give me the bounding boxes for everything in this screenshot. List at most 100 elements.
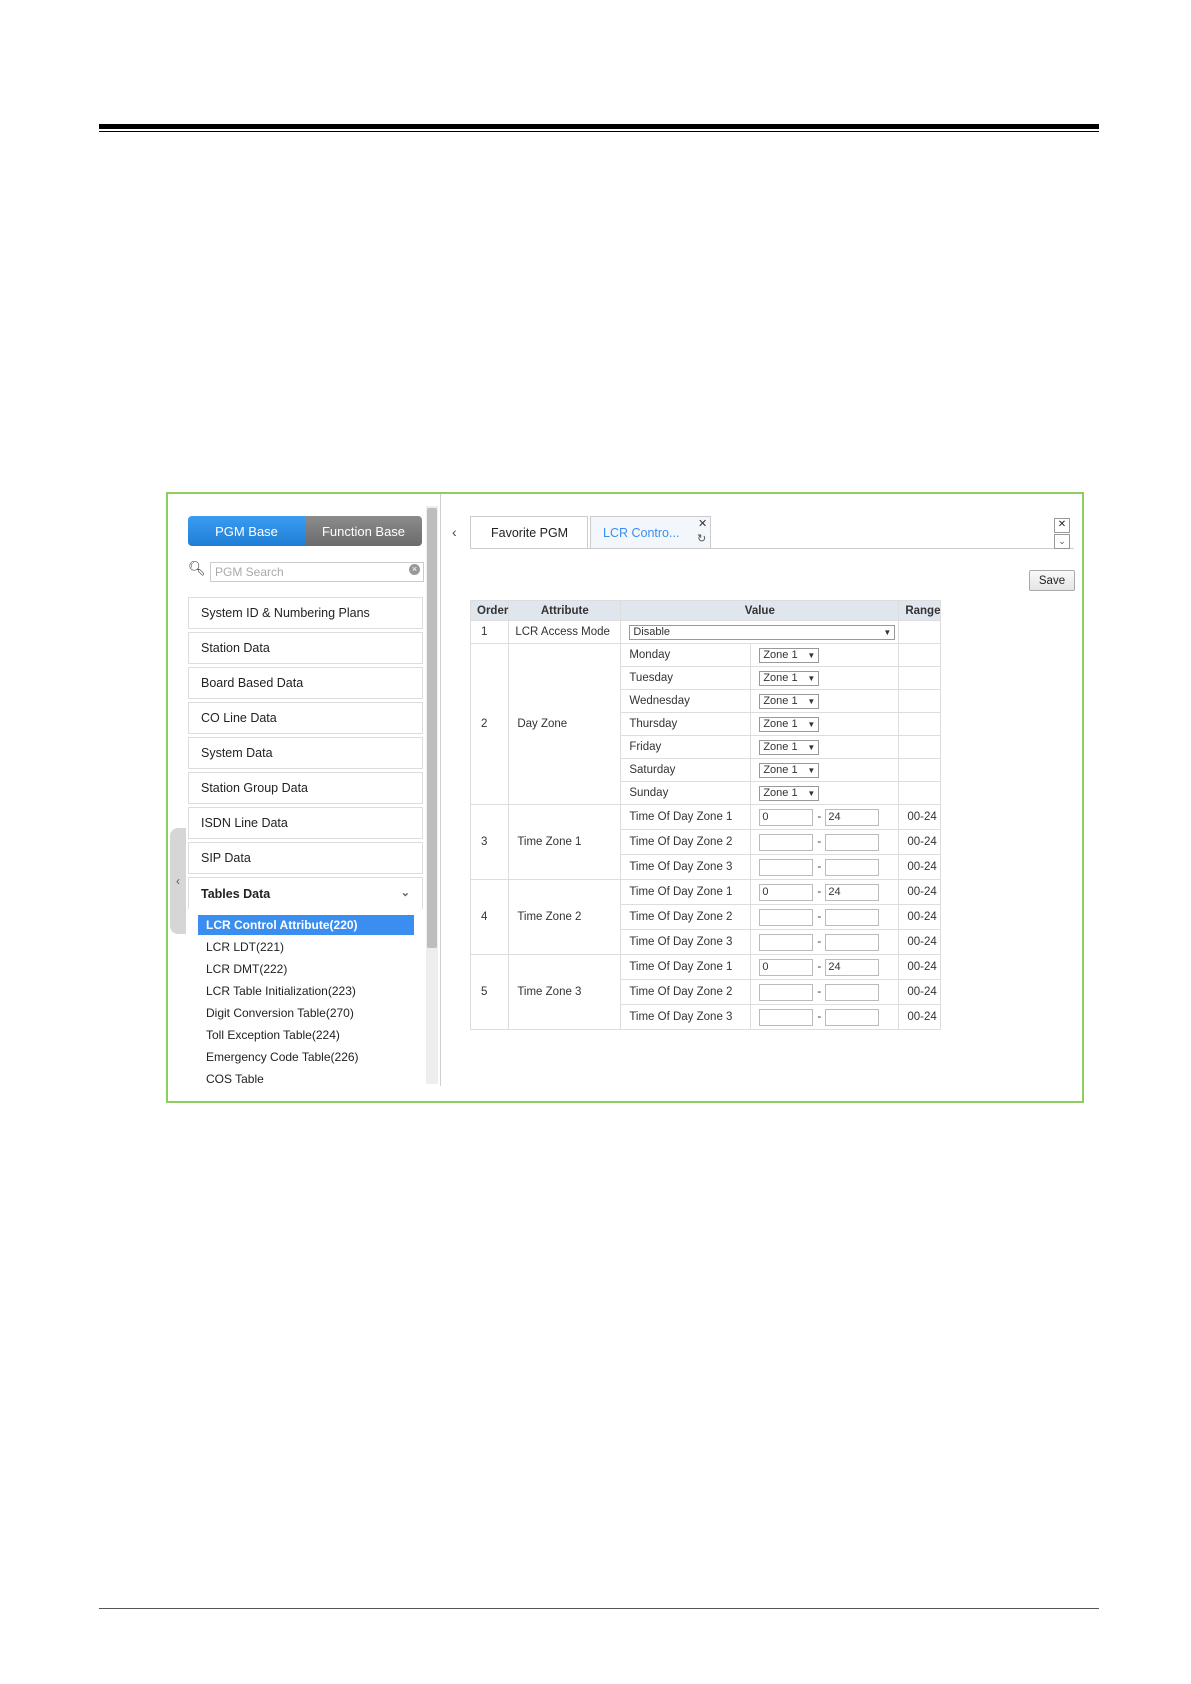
menu-item-system-data[interactable]: System Data: [188, 737, 423, 769]
time-to-input[interactable]: [825, 983, 880, 1001]
tables-data-label: Tables Data: [201, 886, 271, 901]
time-from-input[interactable]: [759, 833, 814, 851]
dropdown-icon[interactable]: ⌄: [1054, 534, 1070, 549]
time-from-input[interactable]: [759, 858, 814, 876]
range-dash: -: [817, 936, 822, 949]
tab-scroll-left-icon[interactable]: ‹: [452, 524, 457, 540]
select-value: Zone 1: [763, 671, 798, 684]
attribute-cell: Time Zone 3: [508, 954, 622, 1030]
time-from-input[interactable]: 0: [759, 958, 814, 976]
sub-item-lcr-ldt[interactable]: LCR LDT(221): [198, 937, 414, 957]
range-dash: -: [817, 811, 822, 824]
sub-item-lcr-table-init[interactable]: LCR Table Initialization(223): [198, 981, 414, 1001]
header-range: Range: [898, 600, 942, 621]
sub-item-lcr-control-attribute[interactable]: LCR Control Attribute(220): [198, 915, 414, 935]
time-to-input[interactable]: 24: [825, 883, 880, 901]
menu-item-tables-data[interactable]: Tables Data ⌄: [188, 877, 423, 909]
close-window-icon[interactable]: ✕: [1054, 518, 1070, 533]
panel-divider: [440, 494, 441, 1086]
menu-item-co-line-data[interactable]: CO Line Data: [188, 702, 423, 734]
range-cell: 00-24: [898, 829, 942, 855]
time-range-cell: -: [750, 929, 900, 955]
save-button[interactable]: Save: [1029, 570, 1075, 591]
caret-down-icon: ▼: [807, 742, 816, 752]
table-row: 2 Day Zone Monday Zone 1 ▼: [469, 643, 942, 805]
time-to-input[interactable]: [825, 908, 880, 926]
range-cell: [898, 712, 942, 736]
time-to-input[interactable]: 24: [825, 958, 880, 976]
sub-item-toll-exception[interactable]: Toll Exception Table(224): [198, 1025, 414, 1045]
day-zone-value-cell: Zone 1 ▼: [750, 712, 900, 736]
day-zone-select[interactable]: Zone 1 ▼: [759, 647, 820, 663]
time-zone-rows: 3 Time Zone 1 Time Of Day Zone 1 0-24 00-24 T…: [469, 804, 942, 1030]
time-from-input[interactable]: 0: [759, 808, 814, 826]
chevron-down-icon[interactable]: ⌄: [401, 886, 410, 899]
day-zone-select[interactable]: Zone 1 ▼: [759, 716, 820, 732]
attribute-cell: Day Zone: [508, 643, 622, 805]
day-zone-rows: 2 Day Zone Monday Zone 1 ▼ Tuesday Zone 1 ▼ Wedn…: [469, 643, 942, 805]
sub-item-digit-conversion[interactable]: Digit Conversion Table(270): [198, 1003, 414, 1023]
base-toggle: PGM Base Function Base: [188, 516, 422, 546]
menu-item-station-data[interactable]: Station Data: [188, 632, 423, 664]
day-zone-value-cell: Zone 1 ▼: [750, 781, 900, 805]
left-panel: PGM Base Function Base 🔍︎ PGM Search × S…: [168, 494, 440, 1086]
tab-lcr-control[interactable]: LCR Contro...: [590, 516, 711, 548]
range-cell: 00-24: [898, 854, 942, 880]
day-zone-select[interactable]: Zone 1 ▼: [759, 670, 820, 686]
caret-down-icon: ▼: [883, 627, 892, 637]
refresh-icon[interactable]: ↻: [697, 532, 706, 545]
time-from-input[interactable]: [759, 908, 814, 926]
menu-item-board-based-data[interactable]: Board Based Data: [188, 667, 423, 699]
close-tab-icon[interactable]: ✕: [698, 517, 707, 530]
sub-item-lcr-dmt[interactable]: LCR DMT(222): [198, 959, 414, 979]
time-of-day-label: Time Of Day Zone 1: [620, 954, 752, 980]
day-zone-value-cell: Zone 1 ▼: [750, 666, 900, 690]
time-to-input[interactable]: [825, 833, 880, 851]
range-cell: [898, 620, 942, 644]
sub-item-cos-table[interactable]: COS Table: [198, 1069, 414, 1089]
pgm-base-button[interactable]: PGM Base: [188, 516, 305, 546]
time-to-input[interactable]: [825, 858, 880, 876]
pgm-search-input[interactable]: PGM Search: [210, 562, 424, 582]
range-dash: -: [817, 911, 822, 924]
caret-down-icon: ▼: [807, 673, 816, 683]
sub-item-emergency-code[interactable]: Emergency Code Table(226): [198, 1047, 414, 1067]
function-base-button[interactable]: Function Base: [305, 516, 422, 546]
day-zone-select[interactable]: Zone 1 ▼: [759, 693, 820, 709]
menu-item-sip-data[interactable]: SIP Data: [188, 842, 423, 874]
time-of-day-label: Time Of Day Zone 3: [620, 929, 752, 955]
range-cell: 00-24: [898, 804, 942, 830]
time-from-input[interactable]: [759, 933, 814, 951]
sidebar-scroll-thumb[interactable]: [427, 508, 437, 948]
menu-item-station-group-data[interactable]: Station Group Data: [188, 772, 423, 804]
table-header-row: Order Attribute Value Range: [469, 600, 942, 621]
range-dash: -: [817, 861, 822, 874]
time-from-input[interactable]: 0: [759, 883, 814, 901]
tab-baseline: [470, 548, 1074, 549]
time-range-cell: -: [750, 1004, 900, 1030]
day-zone-select[interactable]: Zone 1 ▼: [759, 739, 820, 755]
clear-search-icon[interactable]: ×: [409, 564, 420, 575]
menu-item-isdn-line-data[interactable]: ISDN Line Data: [188, 807, 423, 839]
day-zone-select[interactable]: Zone 1 ▼: [759, 762, 820, 778]
lcr-access-mode-select[interactable]: Disable ▼: [629, 624, 896, 640]
time-range-cell: 0-24: [750, 804, 900, 830]
range-cell: [898, 666, 942, 690]
time-to-input[interactable]: 24: [825, 808, 880, 826]
day-zone-select[interactable]: Zone 1 ▼: [759, 785, 820, 801]
order-cell: 5: [469, 954, 510, 1030]
range-dash: -: [817, 986, 822, 999]
value-cell: Disable ▼: [620, 620, 900, 644]
time-to-input[interactable]: [825, 933, 880, 951]
range-cell: 00-24: [898, 929, 942, 955]
time-to-input[interactable]: [825, 1008, 880, 1026]
tab-favorite-pgm[interactable]: Favorite PGM: [470, 516, 588, 548]
time-from-input[interactable]: [759, 983, 814, 1001]
menu-item-system-id[interactable]: System ID & Numbering Plans: [188, 597, 423, 629]
collapse-sidebar-tab[interactable]: ‹: [170, 828, 186, 934]
range-dash: -: [817, 1011, 822, 1024]
attribute-cell: LCR Access Mode: [508, 620, 622, 644]
header-attribute: Attribute: [508, 600, 622, 621]
day-label: Saturday: [620, 758, 752, 782]
time-from-input[interactable]: [759, 1008, 814, 1026]
